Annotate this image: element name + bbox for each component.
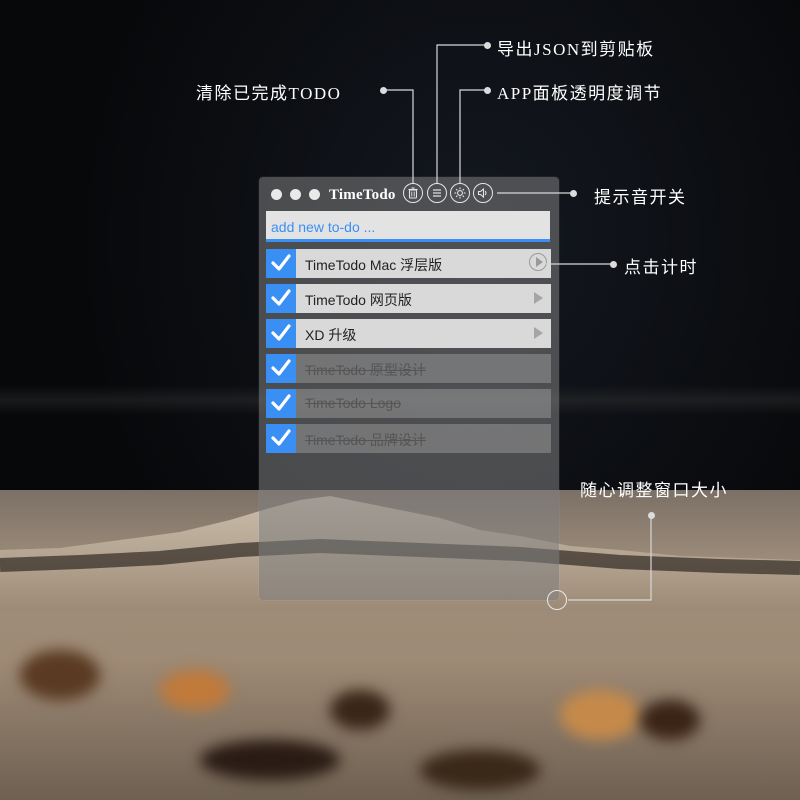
callout-timer: 点击计时 <box>624 258 698 277</box>
callout-dot <box>570 190 577 197</box>
callout-resize: 随心调整窗口大小 <box>580 481 728 500</box>
callout-dot <box>484 42 491 49</box>
callout-export-json: 导出JSON到剪贴板 <box>497 40 655 59</box>
callout-dot <box>648 512 655 519</box>
callout-dot <box>610 261 617 268</box>
callout-dot <box>484 87 491 94</box>
callout-clear-done: 清除已完成TODO <box>196 84 342 103</box>
callout-dot <box>380 87 387 94</box>
callout-sound: 提示音开关 <box>594 188 687 207</box>
callout-lines <box>383 44 652 601</box>
callout-opacity: APP面板透明度调节 <box>497 84 663 103</box>
